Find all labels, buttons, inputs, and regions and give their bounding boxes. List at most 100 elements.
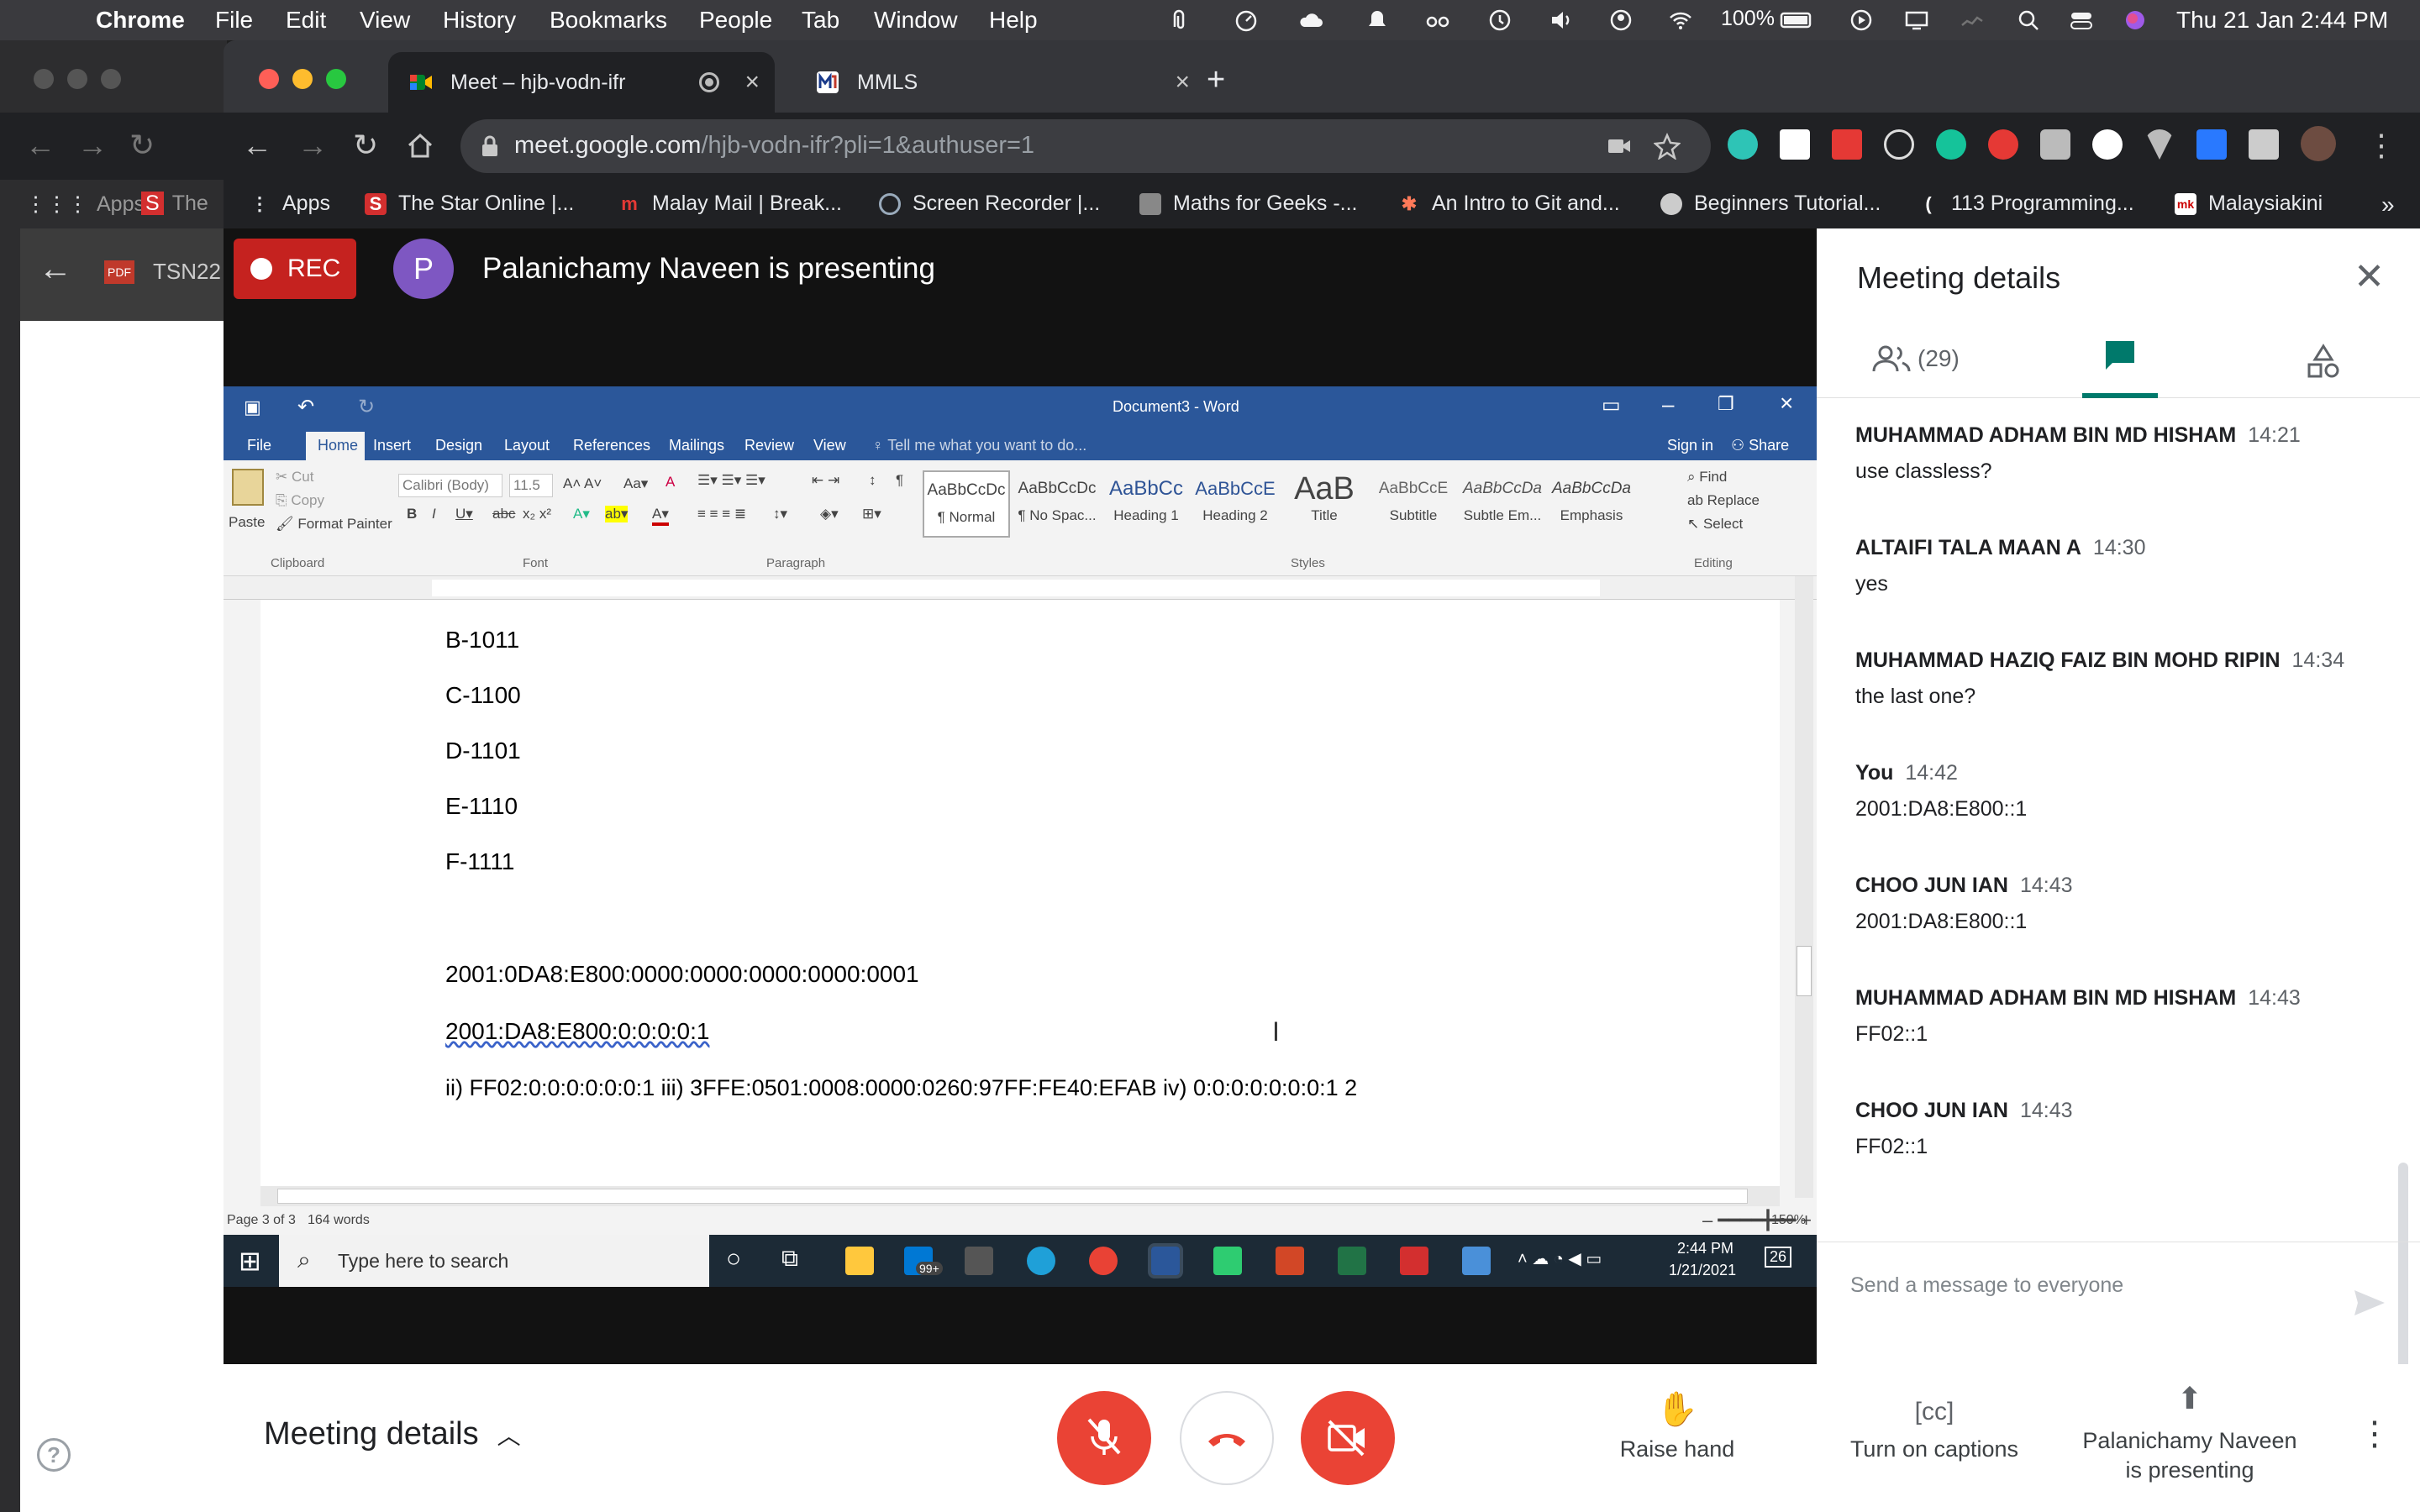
word-tab-view[interactable]: View bbox=[813, 437, 846, 454]
horizontal-ruler[interactable] bbox=[224, 576, 1817, 600]
wifi-icon[interactable] bbox=[1668, 8, 1693, 32]
pilcrow-icon[interactable]: ¶ bbox=[896, 472, 903, 489]
menu-edit[interactable]: Edit bbox=[286, 7, 326, 34]
grammarly-icon[interactable] bbox=[1936, 129, 1966, 160]
menu-help[interactable]: Help bbox=[989, 7, 1038, 34]
siri-icon[interactable] bbox=[2123, 8, 2148, 32]
line-spacing-icon[interactable]: ↕▾ bbox=[773, 506, 787, 522]
word-tab-references[interactable]: References bbox=[573, 437, 650, 454]
style-emphasis[interactable]: AaBbCcDa Emphasis bbox=[1548, 470, 1635, 538]
more-options-icon[interactable]: ⋮ bbox=[2358, 1415, 2391, 1453]
vue-devtools-icon[interactable] bbox=[2144, 129, 2175, 160]
taskbar-time[interactable]: 2:44 PM bbox=[1677, 1240, 1733, 1257]
save-icon[interactable]: ▣ bbox=[244, 396, 261, 418]
extension-signal-icon[interactable] bbox=[2196, 129, 2227, 160]
change-case-icon[interactable]: Aa▾ bbox=[623, 475, 648, 492]
grow-font-icon[interactable]: A˄ A˅ bbox=[563, 475, 602, 492]
paperclip-icon[interactable] bbox=[1166, 8, 1192, 32]
send-icon[interactable] bbox=[2353, 1289, 2386, 1317]
user-account-icon[interactable] bbox=[1608, 8, 1634, 32]
screenshot-camera-icon[interactable] bbox=[2040, 129, 2070, 160]
doc-line-d[interactable]: D-1101 bbox=[445, 738, 521, 764]
presenting-button[interactable]: ⬆ Palanichamy Naveen is presenting bbox=[2072, 1381, 2307, 1483]
back-arrow-icon[interactable]: ← bbox=[242, 128, 272, 163]
menu-bookmarks[interactable]: Bookmarks bbox=[550, 7, 667, 34]
back-forward-icon[interactable]: → bbox=[77, 128, 108, 163]
bell-icon[interactable] bbox=[1365, 8, 1390, 32]
home-icon[interactable] bbox=[405, 131, 435, 161]
app-green-icon[interactable] bbox=[1213, 1247, 1242, 1275]
paste-clipboard-icon[interactable] bbox=[232, 469, 264, 506]
display-icon[interactable] bbox=[1904, 8, 1929, 32]
font-color-icon[interactable]: A▾ bbox=[652, 506, 669, 526]
sort-icon[interactable]: ↕ bbox=[869, 472, 876, 489]
back-arrow-icon[interactable]: ← bbox=[25, 128, 55, 163]
undo-icon[interactable]: ↶ bbox=[297, 395, 314, 419]
leave-call-button[interactable] bbox=[1180, 1391, 1274, 1485]
bookmarks-overflow-icon[interactable]: » bbox=[2381, 192, 2395, 218]
redo-icon[interactable]: ↻ bbox=[358, 395, 375, 419]
raise-hand-button[interactable]: ✋ Raise hand bbox=[1602, 1389, 1753, 1462]
shading-icon[interactable]: ◈▾ bbox=[820, 506, 839, 522]
extension-circle-icon[interactable] bbox=[2092, 129, 2123, 160]
speedometer-icon[interactable] bbox=[1234, 8, 1259, 32]
bookmark-star-icon[interactable] bbox=[1654, 133, 1681, 160]
activities-tab[interactable] bbox=[2304, 343, 2343, 386]
word-tab-file[interactable]: File bbox=[247, 437, 271, 454]
bookmark-beginners-tutorial[interactable]: Beginners Tutorial... bbox=[1660, 192, 1881, 216]
camera-toggle-button[interactable] bbox=[1301, 1391, 1395, 1485]
powerpoint-icon[interactable] bbox=[1276, 1247, 1304, 1275]
status-words[interactable]: 164 words bbox=[308, 1213, 370, 1228]
people-tab[interactable]: (29) bbox=[1872, 344, 1960, 373]
doc-line-c[interactable]: C-1100 bbox=[445, 682, 521, 709]
windows-search-box[interactable]: ⌕ Type here to search bbox=[279, 1235, 709, 1287]
notion-icon[interactable] bbox=[1780, 129, 1810, 160]
format-painter-button[interactable]: 🖌 Format Painter bbox=[276, 516, 392, 533]
system-tray-icons[interactable]: ˄ ☁ ◔ ◀ ▭ bbox=[1518, 1248, 1602, 1269]
time-machine-icon[interactable] bbox=[1487, 8, 1512, 32]
menu-window[interactable]: Window bbox=[874, 7, 958, 34]
new-tab-plus-icon[interactable]: + bbox=[1207, 62, 1225, 98]
subscript-icon[interactable]: x₂ x² bbox=[523, 506, 551, 522]
tab-mmls[interactable]: MMLS × bbox=[795, 52, 1417, 113]
back-reload-icon[interactable]: ↻ bbox=[129, 128, 155, 163]
bookmark-113-programming[interactable]: (113 Programming... bbox=[1918, 192, 2133, 216]
back-arrow-icon[interactable]: ← bbox=[39, 250, 72, 288]
help-icon[interactable]: ? bbox=[37, 1438, 71, 1472]
store-icon[interactable] bbox=[965, 1247, 993, 1275]
forward-arrow-icon[interactable]: → bbox=[297, 128, 328, 163]
replace-button[interactable]: ab Replace bbox=[1687, 492, 1760, 509]
font-size-select[interactable]: 11.5 bbox=[509, 474, 553, 497]
meeting-details-button[interactable]: Meeting details ︿ bbox=[264, 1416, 521, 1452]
strikethrough-icon[interactable]: abc bbox=[492, 506, 515, 522]
search-icon[interactable] bbox=[2017, 8, 2042, 32]
bookmark-maths-for-geeks[interactable]: Maths for Geeks -... bbox=[1139, 192, 1358, 216]
bookmark-the-star[interactable]: S The Star Online |... bbox=[365, 192, 574, 216]
close-icon[interactable]: ✕ bbox=[2354, 255, 2385, 298]
excel-icon[interactable] bbox=[1338, 1247, 1366, 1275]
zoom-level[interactable]: 150% bbox=[1771, 1213, 1806, 1228]
chat-tab[interactable] bbox=[2082, 329, 2158, 398]
word-tab-insert[interactable]: Insert bbox=[373, 437, 411, 454]
back-bookmark-star[interactable]: S The bbox=[141, 192, 208, 216]
back-bookmark-apps[interactable]: ⋮⋮⋮ Apps bbox=[25, 192, 145, 217]
document-page[interactable]: B-1011 C-1100 D-1101 E-1110 F-1111 2001:… bbox=[260, 600, 1780, 1188]
find-button[interactable]: ⌕ Find bbox=[1687, 469, 1727, 486]
bookmark-malaysiakini[interactable]: mk Malaysiakini bbox=[2175, 192, 2323, 216]
cut-button[interactable]: ✂ Cut bbox=[276, 469, 313, 486]
extensions-puzzle-icon[interactable] bbox=[2249, 129, 2279, 160]
battery-icon[interactable] bbox=[1780, 8, 1815, 32]
menu-file[interactable]: File bbox=[215, 7, 253, 34]
camera-icon[interactable] bbox=[1607, 136, 1632, 156]
word-tab-layout[interactable]: Layout bbox=[504, 437, 550, 454]
style-subtitle[interactable]: AaBbCcE Subtitle bbox=[1370, 470, 1457, 538]
bookmark-apps[interactable]: ⋮ Apps bbox=[249, 192, 330, 216]
mail-icon[interactable]: 99+ bbox=[904, 1247, 943, 1275]
underline-icon[interactable]: U▾ bbox=[455, 506, 473, 522]
word-share[interactable]: ⚇ Share bbox=[1731, 437, 1789, 454]
align-icons[interactable]: ≡ ≡ ≡ ≣ bbox=[697, 506, 746, 522]
bullets-icon[interactable]: ☰▾ ☰▾ ☰▾ bbox=[697, 472, 765, 489]
chrome-taskbar-icon[interactable] bbox=[1089, 1247, 1118, 1275]
volume-icon[interactable] bbox=[1549, 8, 1574, 32]
font-name-select[interactable]: Calibri (Body) bbox=[398, 474, 502, 497]
